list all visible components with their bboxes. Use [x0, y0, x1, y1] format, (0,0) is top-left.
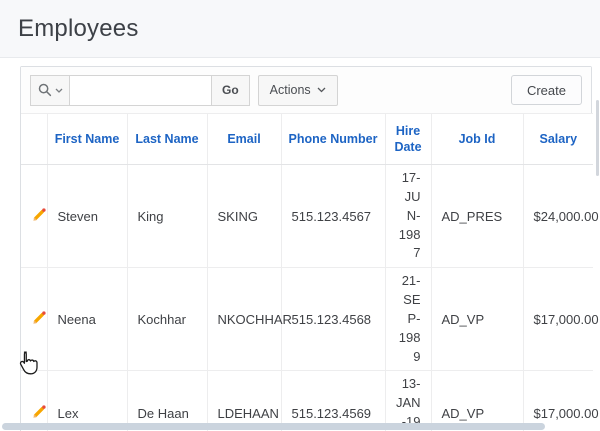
cell-last-name: De Haan — [126, 370, 207, 431]
employees-table: First Name Last Name Email Phone Number … — [21, 113, 599, 431]
column-header-phone-number: Phone Number — [280, 113, 385, 165]
report-region: Go Actions Create First Name Last Name E… — [20, 66, 599, 431]
chevron-down-icon — [317, 87, 326, 93]
cell-salary: $17,000.00 — [522, 267, 599, 372]
actions-button-label: Actions — [269, 83, 311, 97]
cell-first-name: Steven — [46, 164, 127, 269]
vertical-scrollbar-thumb[interactable] — [596, 100, 599, 176]
column-header-edit — [21, 113, 47, 165]
report-toolbar: Go Actions Create — [21, 67, 591, 113]
create-button[interactable]: Create — [510, 75, 582, 105]
cell-phone: 515.123.4569 — [280, 370, 385, 431]
cell-hire-date: 13-JAN-1993 — [384, 370, 431, 431]
table-row: Lex De Haan LDEHAAN 515.123.4569 13-JAN-… — [21, 370, 599, 431]
table-header-row: First Name Last Name Email Phone Number … — [21, 113, 593, 165]
search-input[interactable] — [70, 74, 212, 106]
cell-job-id: AD_VP — [430, 370, 523, 431]
cell-hire-date: 17-JUN-1987 — [384, 164, 431, 269]
cell-email: NKOCHHAR — [206, 267, 292, 372]
horizontal-scrollbar-thumb[interactable] — [2, 423, 545, 430]
cell-email: LDEHAAN — [206, 370, 281, 431]
chevron-down-icon — [55, 88, 63, 93]
search-icon — [38, 83, 52, 97]
actions-button[interactable]: Actions — [257, 74, 338, 106]
pencil-icon[interactable] — [31, 310, 47, 326]
go-button[interactable]: Go — [212, 74, 250, 106]
cell-email: SKING — [206, 164, 281, 269]
column-header-last-name: Last Name — [126, 113, 207, 165]
search-options-button[interactable] — [30, 74, 70, 106]
column-header-salary: Salary — [522, 113, 593, 165]
cell-first-name: Neena — [46, 267, 127, 372]
page-header: Employees — [0, 0, 600, 58]
cell-job-id: AD_PRES — [430, 164, 523, 269]
table-row: Steven King SKING 515.123.4567 17-JUN-19… — [21, 164, 599, 269]
cell-last-name: Kochhar — [126, 267, 207, 372]
cell-last-name: King — [126, 164, 207, 269]
table-row: Neena Kochhar NKOCHHAR 515.123.4568 21-S… — [21, 267, 599, 372]
cell-phone: 515.123.4567 — [280, 164, 385, 269]
cell-phone: 515.123.4568 — [280, 267, 385, 372]
column-header-hire-date: Hire Date — [384, 113, 431, 165]
cell-first-name: Lex — [46, 370, 127, 431]
pencil-icon[interactable] — [31, 404, 47, 420]
cell-hire-date: 21-SEP-1989 — [384, 267, 431, 372]
column-header-job-id: Job Id — [430, 113, 523, 165]
search-bar: Go — [30, 74, 250, 106]
column-header-email: Email — [206, 113, 281, 165]
column-header-first-name: First Name — [46, 113, 127, 165]
cell-job-id: AD_VP — [430, 267, 523, 372]
page-title: Employees — [18, 14, 139, 42]
pencil-icon[interactable] — [31, 207, 47, 223]
cell-salary: $17,000.00 — [522, 370, 599, 431]
cell-salary: $24,000.00 — [522, 164, 599, 269]
